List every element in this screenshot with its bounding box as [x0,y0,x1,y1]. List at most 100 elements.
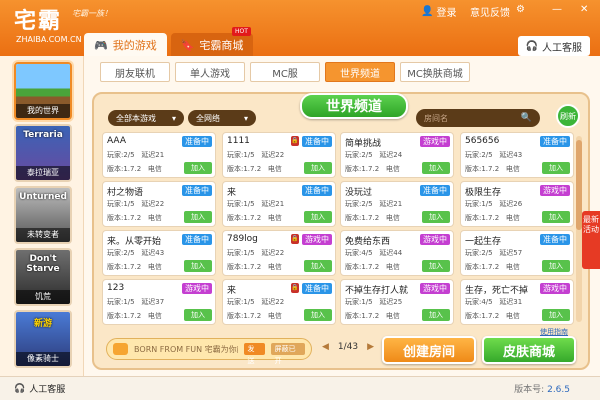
room-status-badge: 准备中 [182,136,212,147]
join-button[interactable]: 加入 [422,260,450,272]
room-card[interactable]: 来 🔒 准备中 玩家:1/5 延迟22 版本:1.7.2 电信 加入 [222,279,336,325]
room-card[interactable]: 没玩过 准备中 玩家:2/5 延迟21 版本:1.7.2 电信 加入 [340,181,454,227]
gear-icon[interactable]: ⚙ [516,4,525,15]
join-button[interactable]: 加入 [422,309,450,321]
feedback-link[interactable]: 意见反馈 [470,4,510,19]
support-button[interactable]: 🎧 人工客服 [517,36,590,56]
login-link[interactable]: 👤 登录 [421,4,456,19]
join-button[interactable]: 加入 [542,162,570,174]
join-button[interactable]: 加入 [422,162,450,174]
join-button[interactable]: 加入 [304,211,332,223]
room-isp: 电信 [267,165,282,173]
room-card[interactable]: 不掉生存打人就 游戏中 玩家:1/5 延迟25 版本:1.7.2 电信 加入 [340,279,454,325]
room-card[interactable]: 1111 🔒 准备中 玩家:1/5 延迟22 版本:1.7.2 电信 加入 [222,132,336,178]
status-support[interactable]: 🎧 人工客服 [14,382,65,396]
room-card[interactable]: 来。从零开始 准备中 玩家:2/5 延迟43 版本:1.7.2 电信 加入 [102,230,216,276]
room-card[interactable]: 789log 🔒 游戏中 玩家:1/5 延迟22 版本:1.7.2 电信 加入 [222,230,336,276]
join-button[interactable]: 加入 [304,260,332,272]
sidebar-game-dont-starve[interactable]: Don't Starve 饥荒 [14,248,72,306]
room-players: 玩家:2/5 [107,249,135,257]
room-card[interactable]: AAA 准备中 玩家:2/5 延迟21 版本:1.7.2 电信 加入 [102,132,216,178]
room-card[interactable]: 一起生存 准备中 玩家:2/5 延迟57 版本:1.7.2 电信 加入 [460,230,574,276]
room-latency: 延迟44 [379,249,403,257]
subtab-friend-lan[interactable]: 朋友联机 [100,62,170,82]
subtab-world-channel[interactable]: 世界频道 [325,62,395,82]
room-card[interactable]: 免费给东西 游戏中 玩家:4/5 延迟44 版本:1.7.2 电信 加入 [340,230,454,276]
join-button[interactable]: 加入 [422,211,450,223]
room-latency: 延迟37 [141,298,165,306]
sidebar-game-minecraft[interactable]: 我的世界 [14,62,72,120]
room-status-badge: 准备中 [182,234,212,245]
refresh-button[interactable]: 刷新 [556,104,580,128]
room-meta: 版本:1.7.2 电信 [465,164,520,174]
sidebar-game-unturned[interactable]: Unturned 未转变者 [14,186,72,244]
prev-page-icon[interactable]: ◀ [322,342,329,352]
room-isp: 电信 [267,312,282,320]
join-button[interactable]: 加入 [184,260,212,272]
mute-toggle[interactable]: 屏蔽已开 [270,343,305,365]
room-card[interactable]: 生存，死亡不掉 游戏中 玩家:4/5 延迟31 版本:1.7.2 电信 加入 [460,279,574,325]
subtab-mc-server[interactable]: MC服 [250,62,320,82]
subtab-skin-shop[interactable]: MC换肤商城 [400,62,470,82]
room-card[interactable]: 123 游戏中 玩家:1/5 延迟37 版本:1.7.2 电信 加入 [102,279,216,325]
room-isp: 电信 [147,165,162,173]
close-icon[interactable]: ✕ [580,4,588,15]
skin-shop-button[interactable]: 皮肤商城 [482,336,576,364]
room-stats: 玩家:2/5 延迟43 [465,150,522,160]
room-status-badge: 游戏中 [302,234,332,245]
room-status-badge: 游戏中 [182,283,212,294]
room-card[interactable]: 565656 准备中 玩家:2/5 延迟43 版本:1.7.2 电信 加入 [460,132,574,178]
room-latency: 延迟31 [499,298,523,306]
status-bar: 🎧 人工客服 版本号: 2.6.5 [0,376,600,400]
join-button[interactable]: 加入 [304,309,332,321]
headset-icon: 🎧 [525,40,538,52]
tab-shop[interactable]: 🔖 宅霸商城 [170,33,254,57]
room-isp: 电信 [385,312,400,320]
room-stats: 玩家:4/5 延迟31 [465,297,522,307]
join-button[interactable]: 加入 [304,162,332,174]
search-input[interactable] [424,113,514,123]
app-logo: 宅霸 [14,9,63,34]
room-latency: 延迟26 [499,200,523,208]
join-button[interactable]: 加入 [542,260,570,272]
room-meta: 版本:1.7.2 电信 [107,311,162,321]
game-filter-dropdown[interactable]: 全部本游戏 ▾ [108,110,184,126]
room-meta: 版本:1.7.2 电信 [345,164,400,174]
sidebar-game-terraria[interactable]: Terraria 泰拉瑞亚 [14,124,72,182]
minimize-icon[interactable]: — [552,4,562,15]
room-stats: 玩家:2/5 延迟57 [465,248,522,258]
room-players: 玩家:1/5 [345,298,373,306]
version-info: 版本号: 2.6.5 [514,382,570,395]
room-isp: 电信 [505,165,520,173]
room-stats: 玩家:1/5 延迟21 [227,199,284,209]
room-players: 玩家:1/5 [107,200,135,208]
search-icon[interactable]: 🔍 [521,113,532,123]
subtab-single[interactable]: 单人游戏 [175,62,245,82]
room-card[interactable]: 简单挑战 游戏中 玩家:2/5 延迟24 版本:1.7.2 电信 加入 [340,132,454,178]
activity-tab[interactable]: 最新活动 [582,211,600,269]
login-label: 登录 [436,8,457,19]
lock-icon: 🔒 [291,234,299,244]
join-button[interactable]: 加入 [184,309,212,321]
sidebar-game-pixel-knight[interactable]: 新游 像素骑士 [14,310,72,368]
create-room-button[interactable]: 创建房间 [382,336,476,364]
room-version: 版本:1.7.2 [227,263,262,271]
join-button[interactable]: 加入 [184,162,212,174]
room-players: 玩家:2/5 [465,249,493,257]
tab-label: 宅霸商城 [199,39,244,52]
room-isp: 电信 [505,312,520,320]
room-card[interactable]: 村之物语 准备中 玩家:1/5 延迟22 版本:1.7.2 电信 加入 [102,181,216,227]
join-button[interactable]: 加入 [184,211,212,223]
join-button[interactable]: 加入 [542,211,570,223]
tab-my-games[interactable]: 🎮 我的游戏 [84,33,167,57]
join-button[interactable]: 加入 [542,309,570,321]
room-card[interactable]: 来 准备中 玩家:1/5 延迟21 版本:1.7.2 电信 加入 [222,181,336,227]
room-stats: 玩家:4/5 延迟44 [345,248,402,258]
room-card[interactable]: 极限生存 游戏中 玩家:1/5 延迟26 版本:1.7.2 电信 加入 [460,181,574,227]
network-filter-dropdown[interactable]: 全网络 ▾ [188,110,256,126]
next-page-icon[interactable]: ▶ [367,342,374,352]
hot-badge: HOT [232,27,251,36]
version-label: 版本号: [514,385,545,395]
room-isp: 电信 [147,263,162,271]
send-button[interactable]: 发送 [243,343,265,365]
